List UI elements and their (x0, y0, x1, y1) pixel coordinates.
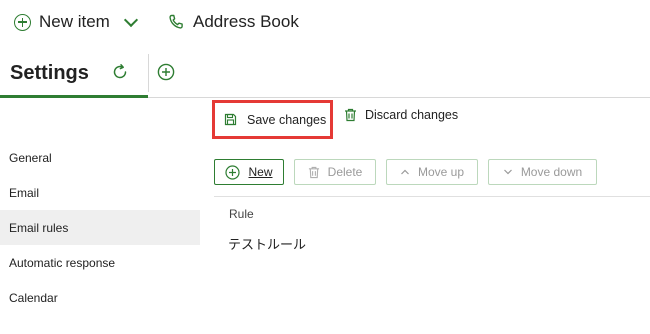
chevron-down-icon (503, 169, 512, 175)
chevron-up-icon (401, 169, 409, 175)
save-changes-button[interactable]: Save changes (212, 100, 333, 139)
trash-icon (308, 166, 319, 178)
top-bar: New item Address Book (0, 0, 650, 48)
move-up-button[interactable]: Move up (386, 159, 478, 185)
move-up-label: Move up (417, 165, 465, 179)
address-book-button[interactable]: Address Book (167, 12, 299, 32)
chevron-down-icon[interactable] (123, 12, 138, 27)
delete-rule-label: Delete (327, 165, 363, 179)
save-icon (224, 113, 237, 126)
column-header-rule: Rule (229, 207, 254, 221)
sidebar-item-general[interactable]: General (0, 140, 200, 175)
settings-header: Settings (0, 52, 650, 98)
settings-sidebar: General Email Email rules Automatic resp… (0, 140, 200, 315)
action-bar: Save changes Discard changes (212, 100, 650, 140)
page-title: Settings (10, 62, 89, 84)
add-circle-icon (14, 13, 31, 31)
table-divider (214, 196, 650, 197)
active-tab-indicator (0, 95, 148, 98)
refresh-icon[interactable] (110, 62, 130, 82)
address-book-label: Address Book (193, 12, 299, 31)
new-rule-label: New (248, 165, 273, 179)
new-rule-button[interactable]: New (214, 159, 284, 185)
sidebar-item-email-rules[interactable]: Email rules (0, 210, 200, 245)
sidebar-item-automatic-response[interactable]: Automatic response (0, 245, 200, 280)
new-item-button[interactable]: New item (14, 12, 138, 32)
move-down-label: Move down (520, 165, 583, 179)
discard-changes-button[interactable]: Discard changes (344, 108, 458, 122)
save-changes-label: Save changes (247, 112, 327, 127)
add-circle-icon (225, 164, 241, 180)
move-down-button[interactable]: Move down (488, 159, 597, 185)
add-circle-icon[interactable] (157, 63, 175, 81)
header-divider (148, 54, 149, 92)
new-item-label: New item (39, 12, 110, 31)
sidebar-item-calendar[interactable]: Calendar (0, 280, 200, 315)
discard-changes-label: Discard changes (365, 108, 459, 122)
table-row[interactable]: テストルール (228, 234, 306, 253)
phone-icon (169, 14, 183, 29)
sidebar-item-email[interactable]: Email (0, 175, 200, 210)
delete-rule-button[interactable]: Delete (294, 159, 376, 185)
trash-icon (345, 108, 356, 122)
